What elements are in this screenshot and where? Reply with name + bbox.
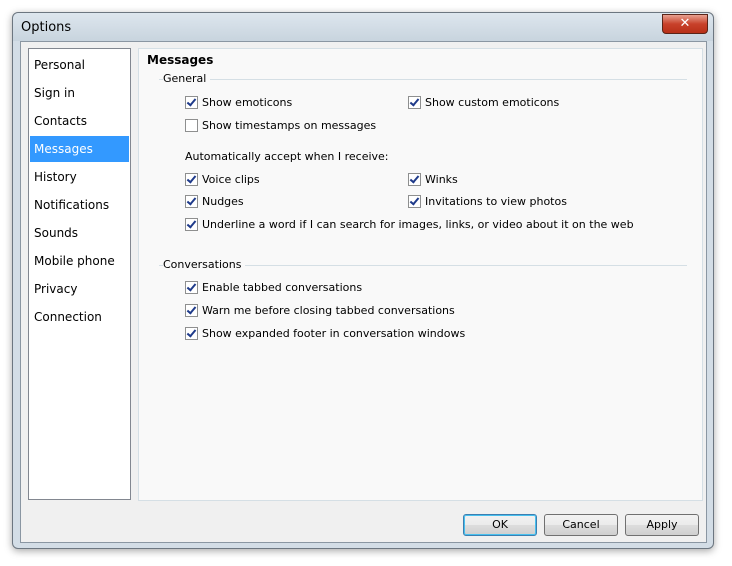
checkbox-unchecked-icon [185, 119, 198, 132]
checkbox-label: Warn me before closing tabbed conversati… [202, 304, 455, 317]
checkbox-label: Show custom emoticons [425, 96, 560, 109]
nudges-checkbox[interactable]: Nudges [185, 195, 244, 208]
checkbox-checked-icon [185, 218, 198, 231]
checkbox-checked-icon [408, 173, 421, 186]
sidebar-item-notifications[interactable]: Notifications [30, 192, 129, 218]
checkbox-label: Voice clips [202, 173, 260, 186]
auto-accept-label: Automatically accept when I receive: [185, 150, 389, 163]
checkbox-checked-icon [185, 173, 198, 186]
sidebar-item-mobile-phone[interactable]: Mobile phone [30, 248, 129, 274]
panel-title: Messages [147, 53, 214, 67]
warn-closing-checkbox[interactable]: Warn me before closing tabbed conversati… [185, 304, 455, 317]
sidebar-item-privacy[interactable]: Privacy [30, 276, 129, 302]
underline-word-checkbox[interactable]: Underline a word if I can search for ima… [185, 218, 634, 231]
options-window: Options ✕ Personal Sign in Contacts Mess… [12, 12, 714, 549]
show-custom-emoticons-checkbox[interactable]: Show custom emoticons [408, 96, 559, 109]
checkbox-label: Enable tabbed conversations [202, 281, 363, 294]
client-area: Personal Sign in Contacts Messages Histo… [20, 41, 707, 543]
checkbox-checked-icon [185, 327, 198, 340]
window-title: Options [21, 20, 72, 35]
enable-tabbed-checkbox[interactable]: Enable tabbed conversations [185, 281, 362, 294]
sidebar-item-messages[interactable]: Messages [30, 136, 129, 162]
category-list: Personal Sign in Contacts Messages Histo… [28, 48, 131, 500]
checkbox-checked-icon [408, 195, 421, 208]
cancel-button[interactable]: Cancel [544, 514, 618, 536]
sidebar-item-contacts[interactable]: Contacts [30, 108, 129, 134]
checkbox-label: Show timestamps on messages [202, 119, 377, 132]
checkbox-label: Underline a word if I can search for ima… [202, 218, 634, 231]
show-timestamps-checkbox[interactable]: Show timestamps on messages [185, 119, 376, 132]
general-divider [159, 79, 687, 80]
sidebar-item-sounds[interactable]: Sounds [30, 220, 129, 246]
checkbox-label: Show emoticons [202, 96, 293, 109]
conversations-group-label: Conversations [163, 258, 246, 271]
winks-checkbox[interactable]: Winks [408, 173, 458, 186]
checkbox-label: Nudges [202, 195, 244, 208]
messages-panel: Messages General Show emoticons Show cus… [138, 48, 703, 501]
apply-button[interactable]: Apply [625, 514, 699, 536]
sidebar-item-history[interactable]: History [30, 164, 129, 190]
checkbox-checked-icon [408, 96, 421, 109]
expanded-footer-checkbox[interactable]: Show expanded footer in conversation win… [185, 327, 465, 340]
sidebar-item-connection[interactable]: Connection [30, 304, 129, 330]
checkbox-checked-icon [185, 96, 198, 109]
title-bar[interactable]: Options ✕ [13, 13, 713, 41]
invitations-checkbox[interactable]: Invitations to view photos [408, 195, 567, 208]
ok-button[interactable]: OK [463, 514, 537, 536]
sidebar-item-sign-in[interactable]: Sign in [30, 80, 129, 106]
general-group-label: General [163, 72, 211, 85]
show-emoticons-checkbox[interactable]: Show emoticons [185, 96, 292, 109]
checkbox-label: Show expanded footer in conversation win… [202, 327, 466, 340]
checkbox-label: Invitations to view photos [425, 195, 567, 208]
checkbox-checked-icon [185, 195, 198, 208]
checkbox-checked-icon [185, 281, 198, 294]
checkbox-checked-icon [185, 304, 198, 317]
close-button[interactable]: ✕ [662, 14, 708, 34]
sidebar-item-personal[interactable]: Personal [30, 52, 129, 78]
voice-clips-checkbox[interactable]: Voice clips [185, 173, 260, 186]
checkbox-label: Winks [425, 173, 458, 186]
